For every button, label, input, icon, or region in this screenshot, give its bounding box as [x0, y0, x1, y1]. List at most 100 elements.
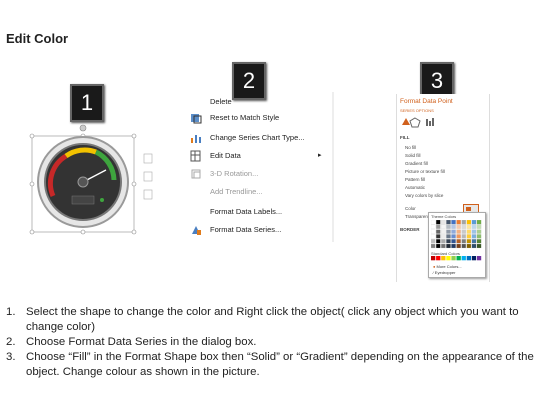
color-swatch[interactable] — [446, 239, 451, 244]
standard-color-swatch[interactable] — [446, 256, 451, 261]
pane-tabs[interactable] — [400, 116, 440, 128]
color-swatch[interactable] — [476, 224, 482, 229]
color-swatch[interactable] — [431, 224, 436, 229]
color-swatch[interactable] — [461, 229, 467, 234]
color-swatch[interactable] — [456, 234, 461, 239]
color-swatch[interactable] — [435, 239, 441, 244]
color-swatch[interactable] — [466, 224, 472, 229]
color-swatch[interactable] — [451, 224, 456, 229]
color-swatch[interactable] — [441, 229, 446, 234]
standard-color-swatch[interactable] — [441, 256, 446, 261]
vary-colors-checkbox[interactable]: Vary colors by slice — [405, 193, 443, 198]
menu-item-format-data-labels[interactable]: Format Data Labels... — [210, 204, 282, 220]
standard-color-swatch[interactable] — [471, 256, 477, 261]
color-swatch[interactable] — [471, 220, 477, 225]
color-swatch[interactable] — [461, 243, 467, 249]
color-swatch[interactable] — [466, 243, 472, 249]
color-swatch[interactable] — [435, 234, 441, 239]
color-swatch[interactable] — [451, 239, 456, 244]
fill-option-solid[interactable]: Solid fill — [405, 153, 421, 158]
menu-item-edit-data[interactable]: Edit Data — [210, 148, 241, 164]
color-swatch[interactable] — [431, 243, 436, 249]
color-swatch[interactable] — [476, 239, 482, 244]
menu-item-3d-rotation[interactable]: 3-D Rotation... — [210, 166, 258, 182]
color-swatch[interactable] — [431, 220, 436, 225]
color-swatch[interactable] — [446, 243, 451, 249]
standard-color-swatch[interactable] — [476, 256, 482, 261]
color-swatch[interactable] — [476, 234, 482, 239]
color-swatch[interactable] — [466, 234, 472, 239]
fill-section-header[interactable]: FILL — [400, 135, 410, 140]
color-swatch[interactable] — [451, 234, 456, 239]
color-swatch[interactable] — [441, 234, 446, 239]
menu-item-change-chart-type[interactable]: Change Series Chart Type... — [210, 130, 305, 146]
color-swatch[interactable] — [456, 239, 461, 244]
standard-color-swatch[interactable] — [466, 256, 471, 261]
color-swatch[interactable] — [461, 224, 467, 229]
reset-style-icon — [191, 114, 202, 124]
border-section-header[interactable]: BORDER — [400, 227, 420, 232]
standard-color-swatch[interactable] — [461, 256, 466, 261]
color-swatch[interactable] — [456, 220, 461, 225]
color-swatch[interactable] — [476, 243, 482, 249]
theme-colors-label: Theme Colors — [431, 214, 457, 219]
standard-color-swatch[interactable] — [451, 256, 456, 261]
color-swatch[interactable] — [431, 234, 436, 239]
color-swatch[interactable] — [441, 243, 446, 249]
series-options-tab[interactable]: SERIES OPTIONS — [400, 108, 434, 113]
gauge-selection-panel[interactable] — [26, 118, 154, 236]
color-swatch[interactable] — [471, 243, 477, 249]
menu-item-reset-style[interactable]: Reset to Match Style — [210, 110, 279, 126]
color-swatch[interactable] — [461, 234, 467, 239]
color-swatch[interactable] — [431, 229, 436, 234]
color-swatch[interactable] — [461, 220, 467, 225]
color-swatch[interactable] — [435, 220, 441, 225]
paint-bucket-icon — [466, 207, 471, 211]
color-swatch[interactable] — [441, 239, 446, 244]
color-swatch[interactable] — [435, 243, 441, 249]
color-swatch[interactable] — [446, 234, 451, 239]
menu-item-add-trendline[interactable]: Add Trendline... — [210, 184, 263, 200]
color-swatch[interactable] — [456, 224, 461, 229]
color-swatch[interactable] — [476, 229, 482, 234]
standard-color-swatches[interactable] — [431, 256, 483, 261]
menu-item-format-data-series[interactable]: Format Data Series... — [210, 222, 281, 238]
color-swatch[interactable] — [451, 229, 456, 234]
color-swatch[interactable] — [446, 220, 451, 225]
color-swatch[interactable] — [471, 234, 477, 239]
standard-color-swatch[interactable] — [436, 256, 441, 261]
color-swatch[interactable] — [435, 224, 441, 229]
color-swatch[interactable] — [446, 224, 451, 229]
standard-color-swatch[interactable] — [456, 256, 461, 261]
color-swatch[interactable] — [476, 220, 482, 225]
color-swatch[interactable] — [471, 229, 477, 234]
color-swatch[interactable] — [461, 239, 467, 244]
color-swatch[interactable] — [441, 220, 446, 225]
fill-option-no-fill[interactable]: No fill — [405, 145, 416, 150]
color-swatch[interactable] — [466, 229, 472, 234]
color-swatch[interactable] — [431, 239, 436, 244]
color-swatch[interactable] — [451, 243, 456, 249]
color-swatch[interactable] — [446, 229, 451, 234]
chart-type-icon — [191, 135, 201, 143]
fill-option-automatic[interactable]: Automatic — [405, 185, 425, 190]
standard-color-swatch[interactable] — [431, 256, 436, 261]
more-colors-option[interactable]: ● More Colors... — [433, 264, 462, 269]
fill-option-picture[interactable]: Picture or texture fill — [405, 169, 445, 174]
fill-option-pattern[interactable]: Pattern fill — [405, 177, 425, 182]
gauge-chart-icon[interactable] — [26, 118, 160, 238]
color-swatch[interactable] — [435, 229, 441, 234]
color-swatch[interactable] — [456, 229, 461, 234]
context-menu: Delete Reset to Match Style Change Serie… — [186, 92, 336, 244]
menu-item-delete[interactable]: Delete — [210, 94, 232, 110]
color-swatch[interactable] — [456, 243, 461, 249]
color-swatch[interactable] — [466, 239, 472, 244]
color-swatch[interactable] — [471, 224, 477, 229]
eyedropper-option[interactable]: ⁄ Eyedropper — [433, 270, 455, 275]
color-swatch[interactable] — [466, 220, 472, 225]
color-swatch[interactable] — [451, 220, 456, 225]
fill-option-gradient[interactable]: Gradient fill — [405, 161, 428, 166]
color-swatch[interactable] — [441, 224, 446, 229]
color-swatch[interactable] — [471, 239, 477, 244]
theme-color-swatches[interactable] — [431, 220, 483, 250]
